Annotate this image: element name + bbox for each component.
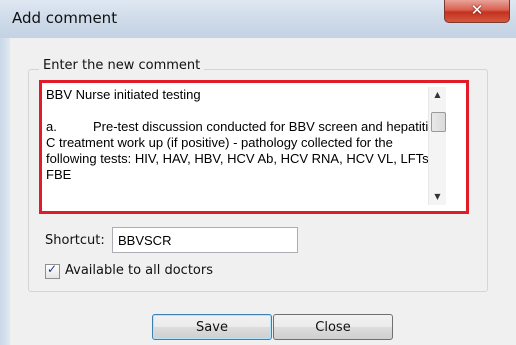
available-checkbox[interactable]: ✓ [45, 262, 60, 279]
shortcut-label: Shortcut: [45, 233, 105, 248]
checkmark-icon: ✓ [47, 262, 58, 276]
comment-highlight-frame: BBV Nurse initiated testing a. Pre-test … [39, 80, 469, 214]
group-label: Enter the new comment [39, 58, 205, 73]
save-button[interactable]: Save [152, 314, 272, 340]
dialog-title: Add comment [12, 9, 118, 27]
scroll-thumb[interactable] [431, 112, 446, 132]
scroll-down-arrow[interactable]: ▼ [429, 189, 446, 205]
add-comment-dialog: Add comment ✕ Enter the new comment BBV … [0, 0, 516, 345]
comment-textarea[interactable]: BBV Nurse initiated testing a. Pre-test … [42, 83, 454, 205]
window-close-button[interactable]: ✕ [444, 0, 510, 23]
shortcut-input[interactable] [112, 227, 298, 253]
close-icon: ✕ [470, 1, 484, 19]
scroll-up-arrow[interactable]: ▲ [429, 87, 446, 103]
window-frame-edge [0, 38, 10, 345]
close-button[interactable]: Close [273, 314, 393, 340]
available-checkbox-label[interactable]: Available to all doctors [65, 263, 213, 278]
title-bar[interactable]: Add comment ✕ [0, 0, 516, 38]
comment-scrollbar[interactable]: ▲ ▼ [428, 87, 446, 205]
